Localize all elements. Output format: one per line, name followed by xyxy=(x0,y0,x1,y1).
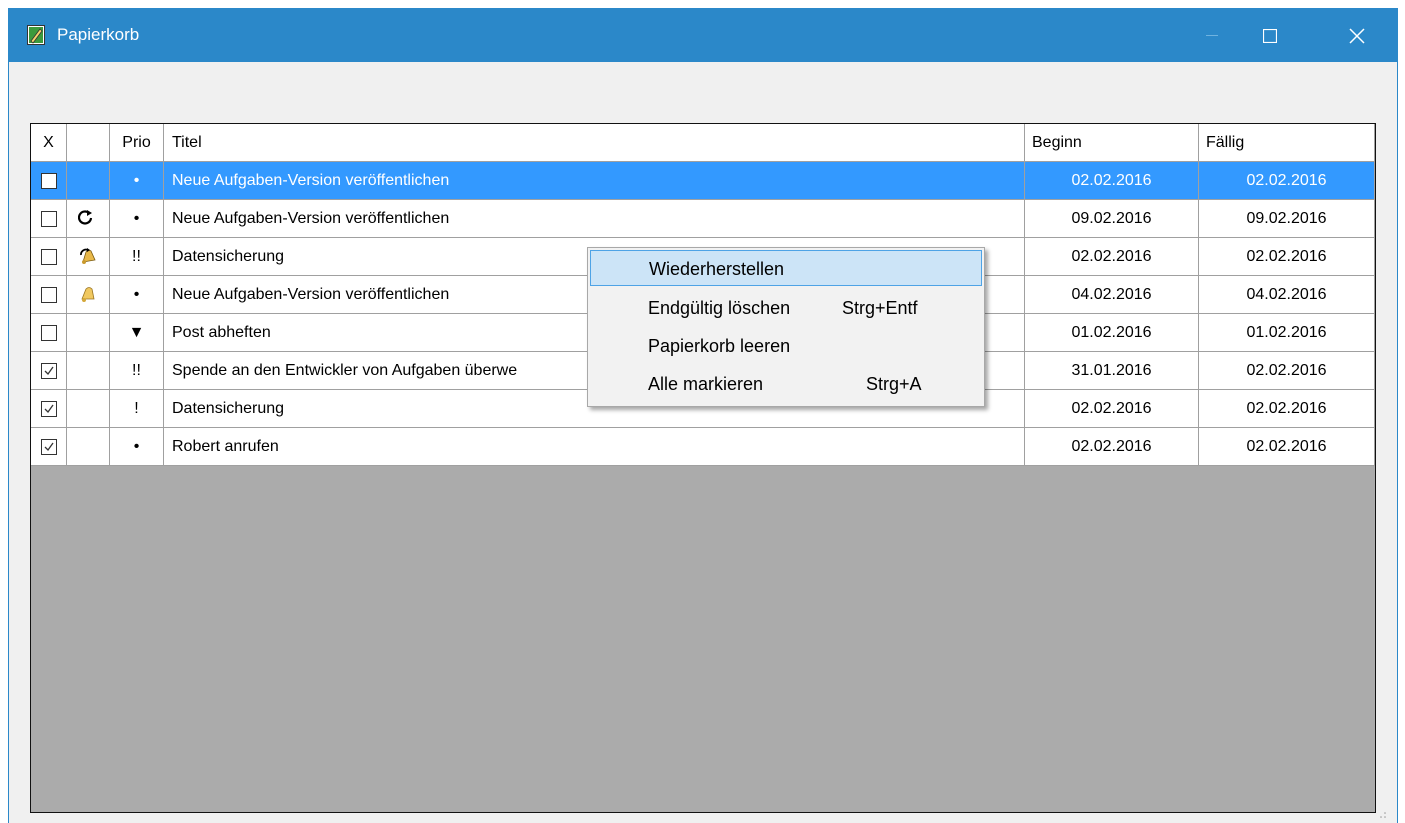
row-prio: ! xyxy=(110,390,164,428)
header-title[interactable]: Titel xyxy=(164,124,1025,162)
minimize-button[interactable] xyxy=(1183,9,1241,62)
app-icon xyxy=(27,25,45,45)
menu-item-label: Wiederherstellen xyxy=(649,259,785,279)
row-checkbox-cell[interactable] xyxy=(31,238,67,276)
row-prio: • xyxy=(110,200,164,238)
done-checkbox[interactable] xyxy=(40,438,57,455)
papierkorb-window: Papierkorb X Prio Titel Beginn Fällig • N… xyxy=(8,8,1398,823)
menu-item-select-all[interactable]: Alle markieren Strg+A xyxy=(590,366,982,402)
menu-item-shortcut: Strg+A xyxy=(866,374,922,394)
row-checkbox-cell[interactable] xyxy=(31,428,67,466)
row-checkbox-cell[interactable] xyxy=(31,200,67,238)
table-row[interactable]: • Neue Aufgaben-Version veröffentlichen 02… xyxy=(31,162,1375,200)
menu-item-label: Papierkorb leeren xyxy=(648,336,791,356)
row-prio: !! xyxy=(110,238,164,276)
row-title[interactable]: Neue Aufgaben-Version veröffentlichen xyxy=(164,162,1025,200)
row-checkbox-cell[interactable] xyxy=(31,276,67,314)
row-begin[interactable]: 02.02.2016 xyxy=(1025,428,1199,466)
row-checkbox-cell[interactable] xyxy=(31,162,67,200)
row-icon-cell xyxy=(67,276,110,314)
row-begin[interactable]: 31.01.2016 xyxy=(1025,352,1199,390)
header-prio[interactable]: Prio xyxy=(110,124,164,162)
table-row[interactable]: • Neue Aufgaben-Version veröffentlichen 09… xyxy=(31,200,1375,238)
maximize-button[interactable] xyxy=(1241,9,1299,62)
menu-item-delete-permanently[interactable]: Endgültig löschen Strg+Entf xyxy=(590,290,982,326)
row-checkbox-cell[interactable] xyxy=(31,390,67,428)
header-icon[interactable] xyxy=(67,124,110,162)
header-due[interactable]: Fällig xyxy=(1199,124,1375,162)
menu-item-shortcut: Strg+Entf xyxy=(842,298,918,318)
row-begin[interactable]: 02.02.2016 xyxy=(1025,390,1199,428)
maximize-icon xyxy=(1263,28,1277,43)
row-checkbox-cell[interactable] xyxy=(31,314,67,352)
row-title[interactable]: Robert anrufen xyxy=(164,428,1025,466)
row-due[interactable]: 02.02.2016 xyxy=(1199,162,1375,200)
grid-header-row: X Prio Titel Beginn Fällig xyxy=(31,124,1375,162)
row-prio: ▼ xyxy=(110,314,164,352)
row-icon-cell xyxy=(67,314,110,352)
title-bar[interactable]: Papierkorb xyxy=(9,9,1397,62)
done-checkbox[interactable] xyxy=(40,172,57,189)
row-begin[interactable]: 02.02.2016 xyxy=(1025,238,1199,276)
row-icon-cell xyxy=(67,428,110,466)
row-begin[interactable]: 02.02.2016 xyxy=(1025,162,1199,200)
row-icon-cell xyxy=(67,390,110,428)
done-checkbox[interactable] xyxy=(40,210,57,227)
done-checkbox[interactable] xyxy=(40,362,57,379)
task-grid[interactable]: X Prio Titel Beginn Fällig • Neue Aufgabe… xyxy=(30,123,1376,813)
header-x[interactable]: X xyxy=(31,124,67,162)
row-due[interactable]: 04.02.2016 xyxy=(1199,276,1375,314)
done-checkbox[interactable] xyxy=(40,248,57,265)
window-title: Papierkorb xyxy=(57,25,140,44)
row-begin[interactable]: 01.02.2016 xyxy=(1025,314,1199,352)
row-begin[interactable]: 09.02.2016 xyxy=(1025,200,1199,238)
recurring-icon xyxy=(78,209,93,225)
menu-item-restore[interactable]: Wiederherstellen xyxy=(590,250,982,286)
header-begin[interactable]: Beginn xyxy=(1025,124,1199,162)
row-due[interactable]: 02.02.2016 xyxy=(1199,390,1375,428)
row-due[interactable]: 09.02.2016 xyxy=(1199,200,1375,238)
recurring-reminder-bell-icon xyxy=(80,247,96,264)
row-prio: !! xyxy=(110,352,164,390)
resize-grip-icon[interactable] xyxy=(1379,811,1387,819)
done-checkbox[interactable] xyxy=(40,286,57,303)
row-prio: • xyxy=(110,428,164,466)
minimize-icon xyxy=(1206,34,1218,36)
menu-item-label: Alle markieren xyxy=(648,374,764,394)
menu-item-empty-trash[interactable]: Papierkorb leeren xyxy=(590,328,982,364)
done-checkbox[interactable] xyxy=(40,400,57,417)
close-icon xyxy=(1349,27,1365,44)
row-prio: • xyxy=(110,162,164,200)
row-due[interactable]: 01.02.2016 xyxy=(1199,314,1375,352)
row-due[interactable]: 02.02.2016 xyxy=(1199,352,1375,390)
done-checkbox[interactable] xyxy=(40,324,57,341)
close-button[interactable] xyxy=(1328,9,1386,62)
row-begin[interactable]: 04.02.2016 xyxy=(1025,276,1199,314)
menu-item-label: Endgültig löschen xyxy=(648,298,791,318)
row-due[interactable]: 02.02.2016 xyxy=(1199,238,1375,276)
row-checkbox-cell[interactable] xyxy=(31,352,67,390)
row-title[interactable]: Neue Aufgaben-Version veröffentlichen xyxy=(164,200,1025,238)
row-prio: • xyxy=(110,276,164,314)
context-menu: Wiederherstellen Endgültig löschen Strg+… xyxy=(587,247,985,407)
row-icon-cell xyxy=(67,238,110,276)
row-icon-cell xyxy=(67,200,110,238)
row-icon-cell xyxy=(67,352,110,390)
reminder-bell-icon xyxy=(81,286,95,302)
row-due[interactable]: 02.02.2016 xyxy=(1199,428,1375,466)
row-icon-cell xyxy=(67,162,110,200)
table-row[interactable]: • Robert anrufen 02.02.2016 02.02.2016 xyxy=(31,428,1375,466)
